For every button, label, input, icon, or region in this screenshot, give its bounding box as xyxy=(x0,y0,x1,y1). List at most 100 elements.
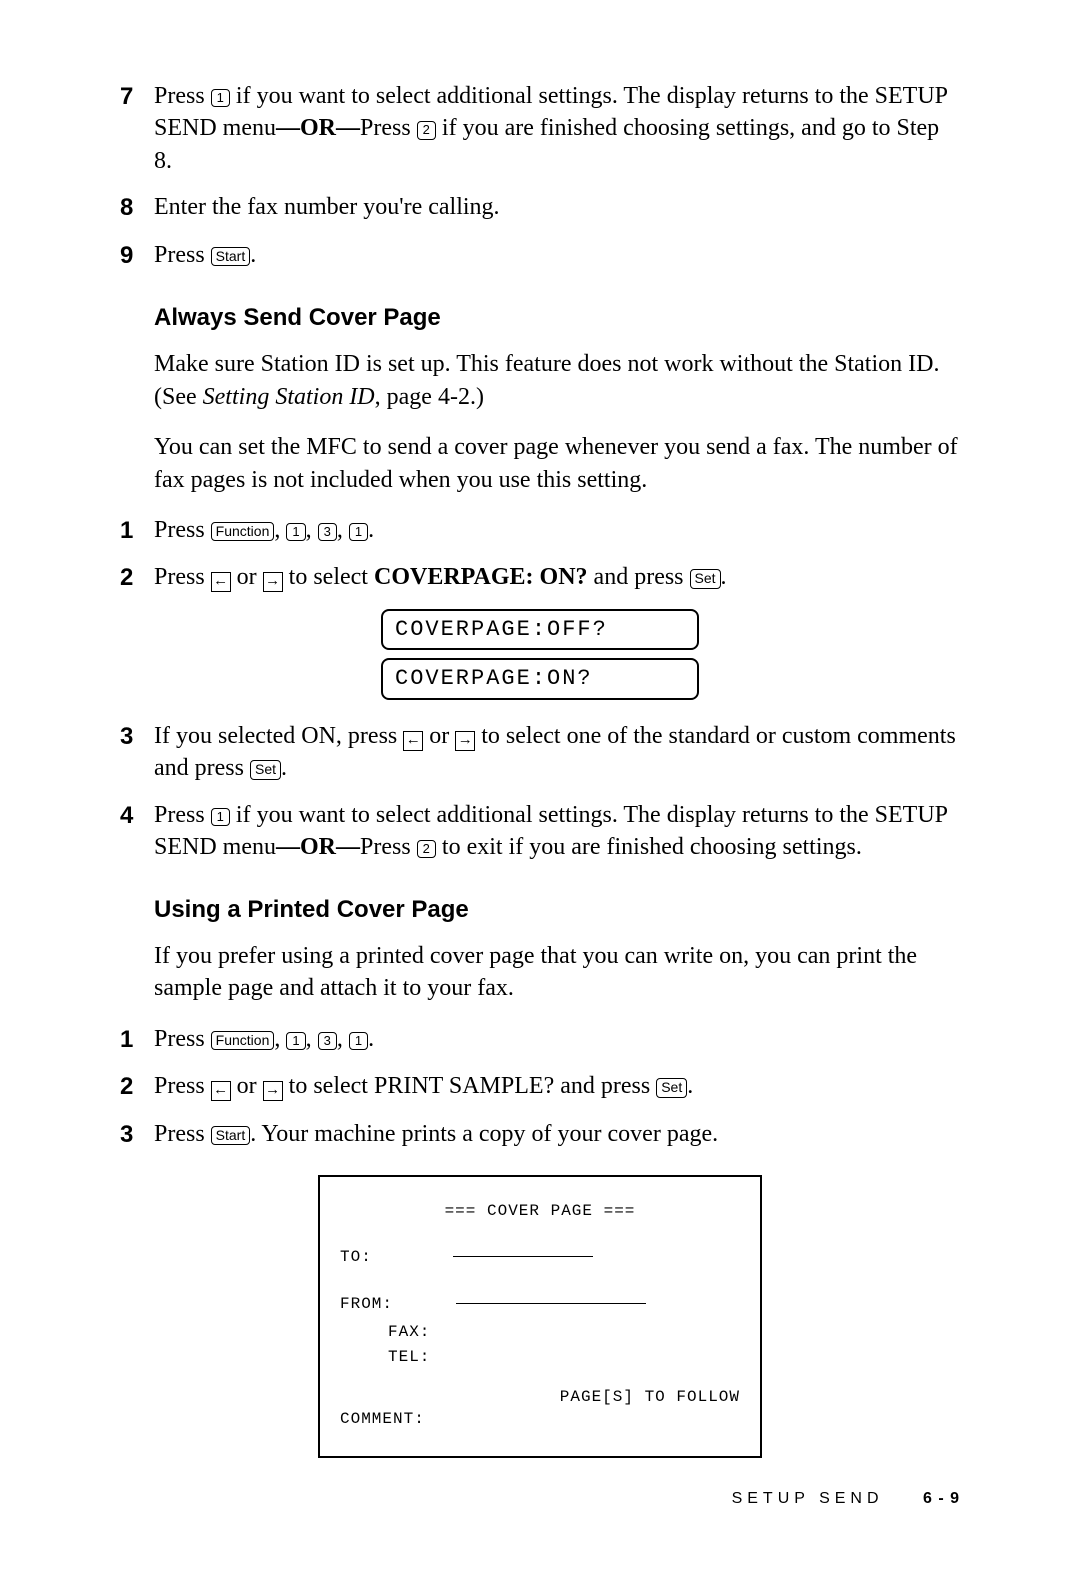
key-3: 3 xyxy=(318,1032,337,1050)
lcd-coverpage-on: COVERPAGE:ON? xyxy=(381,658,699,700)
step-7: 7 Press 1 if you want to select addition… xyxy=(120,80,960,177)
heading-printed-cover: Using a Printed Cover Page xyxy=(154,894,960,926)
step-number: 1 xyxy=(120,515,154,547)
left-arrow-icon: ← xyxy=(211,572,231,592)
text: or xyxy=(231,1073,263,1099)
step-body: Enter the fax number you're calling. xyxy=(154,191,960,223)
step-number: 8 xyxy=(120,192,154,224)
or-text: —OR— xyxy=(276,834,360,860)
text: and press xyxy=(588,564,690,590)
reference: Setting Station ID xyxy=(203,384,375,410)
text: Press xyxy=(154,564,211,590)
sample-comment-row: COMMENT: xyxy=(340,1409,740,1431)
section1-step-1: 1 Press Function, 1, 3, 1. xyxy=(120,514,960,547)
text: . xyxy=(281,755,287,781)
key-start: Start xyxy=(211,247,251,266)
right-arrow-icon: → xyxy=(455,731,475,751)
text: Press xyxy=(154,1026,211,1052)
step-number: 1 xyxy=(120,1024,154,1056)
text: or xyxy=(231,564,263,590)
text: , page 4-2.) xyxy=(375,384,484,410)
section2-step-3: 3 Press Start. Your machine prints a cop… xyxy=(120,1118,960,1151)
sample-from-row: FROM: xyxy=(340,1294,740,1316)
or-text: —OR— xyxy=(276,115,360,141)
label-fax: FAX: xyxy=(388,1323,430,1341)
text: or xyxy=(423,723,455,749)
underline xyxy=(456,1303,646,1304)
lcd-display-group: COVERPAGE:OFF? COVERPAGE:ON? xyxy=(120,609,960,700)
label-comment: COMMENT: xyxy=(340,1410,425,1428)
text: . xyxy=(368,517,374,543)
text: Press xyxy=(360,115,417,141)
paragraph: You can set the MFC to send a cover page… xyxy=(154,431,960,496)
section2-step-2: 2 Press ← or → to select PRINT SAMPLE? a… xyxy=(120,1070,960,1103)
step-number: 2 xyxy=(120,1071,154,1103)
step-body: If you selected ON, press ← or → to sele… xyxy=(154,720,960,785)
key-1: 1 xyxy=(211,808,230,826)
sample-tel-row: TEL: xyxy=(388,1347,740,1369)
sample-to-row: TO: xyxy=(340,1247,740,1269)
sample-pages-row: PAGE[S] TO FOLLOW xyxy=(340,1387,740,1409)
text: Press xyxy=(154,83,211,109)
footer-page-number: 6 - 9 xyxy=(923,1490,960,1507)
label-pages: PAGE[S] TO FOLLOW xyxy=(560,1388,740,1406)
key-set: Set xyxy=(250,760,281,779)
step-number: 2 xyxy=(120,562,154,594)
text: . xyxy=(250,242,256,268)
key-1: 1 xyxy=(286,523,305,541)
key-function: Function xyxy=(211,1031,275,1050)
step-body: Press 1 if you want to select additional… xyxy=(154,799,960,864)
step-number: 3 xyxy=(120,721,154,753)
page-footer: SETUP SEND 6 - 9 xyxy=(120,1488,960,1510)
step-body: Press Start. xyxy=(154,239,960,271)
bold-text: COVERPAGE: ON? xyxy=(374,564,588,590)
sample-title: === COVER PAGE === xyxy=(340,1201,740,1223)
section2-step-1: 1 Press Function, 1, 3, 1. xyxy=(120,1023,960,1056)
key-set: Set xyxy=(690,569,721,588)
text: . Your machine prints a copy of your cov… xyxy=(250,1121,718,1147)
right-arrow-icon: → xyxy=(263,572,283,592)
key-1: 1 xyxy=(211,89,230,107)
text: to exit if you are finished choosing set… xyxy=(436,834,862,860)
right-arrow-icon: → xyxy=(263,1081,283,1101)
section1-step-4: 4 Press 1 if you want to select addition… xyxy=(120,799,960,864)
key-2: 2 xyxy=(417,121,436,139)
section1-step-3: 3 If you selected ON, press ← or → to se… xyxy=(120,720,960,785)
left-arrow-icon: ← xyxy=(403,731,423,751)
label-to: TO: xyxy=(340,1248,372,1266)
text: Press xyxy=(154,1073,211,1099)
left-arrow-icon: ← xyxy=(211,1081,231,1101)
sample-cover-page: === COVER PAGE === TO: FROM: FAX: TEL: P… xyxy=(318,1175,762,1458)
text: . xyxy=(687,1073,693,1099)
step-number: 3 xyxy=(120,1119,154,1151)
sample-fax-row: FAX: xyxy=(388,1322,740,1344)
step-number: 7 xyxy=(120,81,154,113)
lcd-coverpage-off: COVERPAGE:OFF? xyxy=(381,609,699,651)
paragraph: Make sure Station ID is set up. This fea… xyxy=(154,348,960,413)
step-body: Press Start. Your machine prints a copy … xyxy=(154,1118,960,1150)
key-1: 1 xyxy=(349,1032,368,1050)
text: Press xyxy=(360,834,417,860)
text: Press xyxy=(154,802,211,828)
step-body: Press ← or → to select COVERPAGE: ON? an… xyxy=(154,561,960,593)
key-function: Function xyxy=(211,522,275,541)
text: Press xyxy=(154,1121,211,1147)
key-2: 2 xyxy=(417,840,436,858)
key-1: 1 xyxy=(349,523,368,541)
step-number: 9 xyxy=(120,240,154,272)
underline xyxy=(453,1256,593,1257)
footer-section-label: SETUP SEND xyxy=(732,1490,884,1507)
key-start: Start xyxy=(211,1126,251,1145)
text: Press xyxy=(154,242,211,268)
heading-always-send: Always Send Cover Page xyxy=(154,302,960,334)
label-from: FROM: xyxy=(340,1295,393,1313)
step-body: Press ← or → to select PRINT SAMPLE? and… xyxy=(154,1070,960,1102)
text: . xyxy=(368,1026,374,1052)
step-body: Press Function, 1, 3, 1. xyxy=(154,1023,960,1055)
label-tel: TEL: xyxy=(388,1348,430,1366)
text: Press xyxy=(154,517,211,543)
step-body: Press 1 if you want to select additional… xyxy=(154,80,960,177)
key-set: Set xyxy=(656,1078,687,1097)
step-body: Press Function, 1, 3, 1. xyxy=(154,514,960,546)
text: . xyxy=(721,564,727,590)
